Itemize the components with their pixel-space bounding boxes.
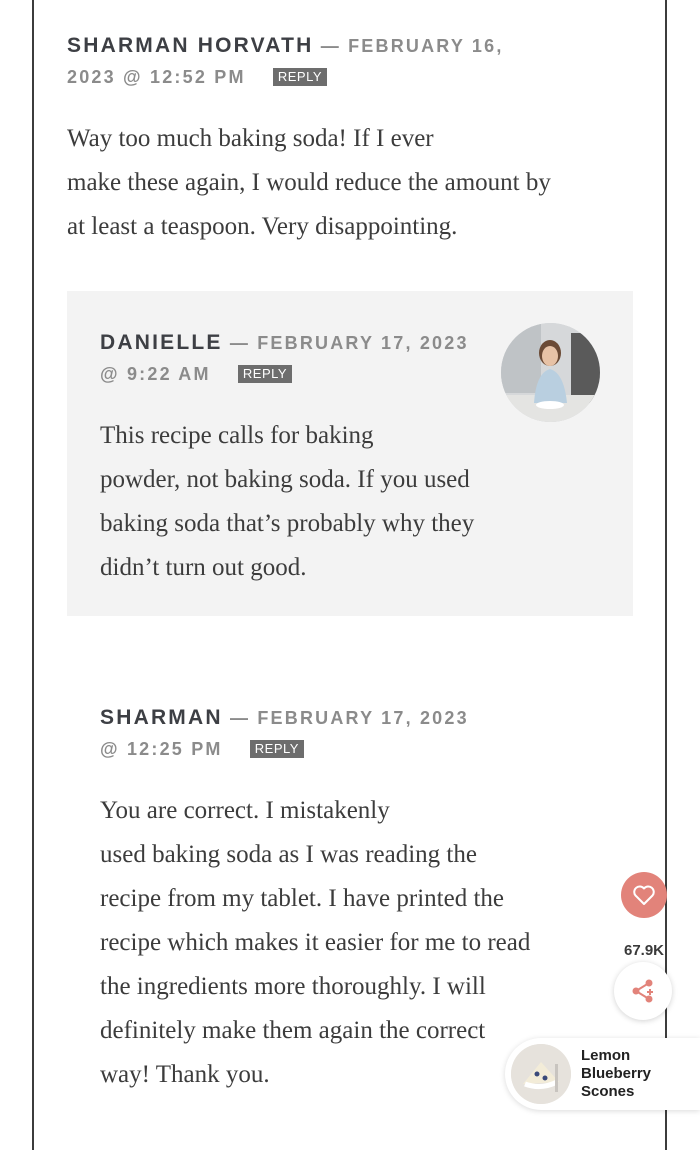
comment-body-line: didn’t turn out good. <box>100 554 307 581</box>
reply-button[interactable]: REPLY <box>237 365 293 383</box>
comment-body-line: used baking soda as I was reading the <box>100 841 477 868</box>
recipe-title-line: Lemon <box>581 1047 631 1064</box>
comment-date: — FEBRUARY 16, <box>320 36 504 56</box>
reply-button[interactable]: REPLY <box>249 740 304 758</box>
comment-author: SHARMAN <box>100 706 223 729</box>
share-icon <box>632 979 653 1003</box>
favorite-button[interactable] <box>621 872 667 918</box>
comment-meta: SHARMAN — FEBRUARY 17, 2023 @ 12:25 PM R… <box>100 702 610 765</box>
comment-body-line: You are correct. I mistakenly <box>100 797 390 824</box>
comment-meta: DANIELLE — FEBRUARY 17, 2023 @ 9:22 AM R… <box>100 327 500 390</box>
related-recipe-card[interactable]: Lemon Blueberry Scones <box>505 1038 700 1110</box>
comment-danielle: DANIELLE — FEBRUARY 17, 2023 @ 9:22 AM R… <box>100 327 500 590</box>
recipe-title: Lemon Blueberry Scones <box>581 1047 681 1101</box>
comment-body-line: powder, not baking soda. If you used <box>100 466 470 493</box>
comment-meta: SHARMAN HORVATH — FEBRUARY 16, 2023 @ 12… <box>67 30 637 93</box>
comment-date: — FEBRUARY 17, 2023 <box>229 708 469 728</box>
comment-body-line: baking soda that’s probably why they <box>100 510 475 537</box>
comment-author: SHARMAN HORVATH <box>67 34 314 57</box>
comment-author: DANIELLE <box>100 331 223 354</box>
comment-body: Way too much baking soda! If I ever make… <box>67 117 637 249</box>
comment-body-line: Way too much baking soda! If I ever <box>67 125 434 152</box>
comment-body: This recipe calls for baking powder, not… <box>100 414 500 590</box>
comment-sharman-horvath: SHARMAN HORVATH — FEBRUARY 16, 2023 @ 12… <box>67 30 637 249</box>
comment-body-line: at least a teaspoon. Very disappointing. <box>67 213 458 240</box>
comment-date: — FEBRUARY 17, 2023 <box>229 333 469 353</box>
share-button[interactable] <box>614 962 672 1020</box>
comment-body-line: make these again, I would reduce the amo… <box>67 169 551 196</box>
avatar <box>501 323 600 422</box>
recipe-title-line: Scones <box>581 1083 635 1100</box>
comment-body-line: recipe which makes it easier for me to r… <box>100 929 531 956</box>
reply-button[interactable]: REPLY <box>272 68 328 86</box>
avatar-photo <box>501 323 600 422</box>
comment-body-line: the ingredients more thoroughly. I will <box>100 973 486 1000</box>
recipe-thumbnail <box>511 1044 571 1104</box>
share-count: 67.9K <box>623 942 665 959</box>
heart-icon <box>633 885 655 905</box>
scone-image <box>511 1044 571 1104</box>
comment-time: @ 12:25 PM <box>100 739 223 759</box>
comment-body-line: recipe from my tablet. I have printed th… <box>100 885 505 912</box>
comment-time: @ 9:22 AM <box>100 364 211 384</box>
recipe-title-line: Blueberry <box>581 1065 652 1082</box>
comment-body-line: This recipe calls for baking <box>100 422 374 449</box>
comment-time: 2023 @ 12:52 PM <box>67 67 246 87</box>
